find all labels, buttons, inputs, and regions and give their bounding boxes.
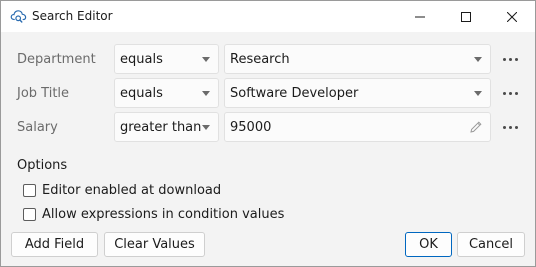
value-input-salary[interactable]: 95000 [224, 112, 491, 142]
minimize-button[interactable] [397, 1, 443, 32]
operator-value: equals [120, 51, 163, 67]
search-editor-window: Search Editor Department equals Research… [0, 0, 536, 267]
close-button[interactable] [489, 1, 535, 32]
cloud-search-icon [10, 8, 27, 25]
checkbox-box[interactable] [23, 208, 36, 221]
checkbox-label: Editor enabled at download [42, 183, 222, 198]
operator-select-salary[interactable]: greater than [114, 112, 219, 142]
cancel-button[interactable]: Cancel [457, 232, 525, 257]
add-field-button[interactable]: Add Field [11, 232, 98, 257]
operator-select-department[interactable]: equals [114, 44, 219, 74]
more-options-button-job-title[interactable] [499, 82, 521, 104]
ellipsis-icon [502, 125, 518, 129]
more-options-button-salary[interactable] [499, 116, 521, 138]
condition-value: Research [230, 51, 290, 67]
more-options-button-department[interactable] [499, 48, 521, 70]
minimize-icon [415, 12, 425, 22]
checkbox-editor-enabled-at-download[interactable]: Editor enabled at download [23, 183, 221, 198]
pencil-icon[interactable] [469, 120, 483, 134]
chevron-down-icon [474, 91, 482, 96]
condition-value: 95000 [230, 119, 272, 135]
checkbox-label: Allow expressions in condition values [42, 207, 285, 222]
checkbox-box[interactable] [23, 184, 36, 197]
chevron-down-icon [474, 57, 482, 62]
ellipsis-icon [502, 91, 518, 95]
checkbox-allow-expressions[interactable]: Allow expressions in condition values [23, 207, 284, 222]
value-select-job-title[interactable]: Software Developer [224, 78, 491, 108]
ok-button[interactable]: OK [405, 232, 452, 257]
field-label-job-title: Job Title [17, 86, 70, 101]
chevron-down-icon [202, 125, 210, 130]
ellipsis-icon [502, 57, 518, 61]
title-bar[interactable]: Search Editor [1, 1, 535, 32]
options-heading: Options [17, 158, 68, 173]
chevron-down-icon [202, 91, 210, 96]
operator-value: equals [120, 85, 163, 101]
field-label-salary: Salary [17, 120, 58, 135]
operator-value: greater than [120, 119, 202, 135]
condition-value: Software Developer [230, 85, 359, 101]
value-select-department[interactable]: Research [224, 44, 491, 74]
clear-values-button[interactable]: Clear Values [104, 232, 205, 257]
maximize-button[interactable] [443, 1, 489, 32]
field-label-department: Department [17, 52, 96, 67]
close-icon [507, 11, 517, 22]
maximize-icon [461, 11, 471, 22]
operator-select-job-title[interactable]: equals [114, 78, 219, 108]
chevron-down-icon [202, 57, 210, 62]
window-title: Search Editor [32, 9, 113, 23]
dialog-body: Department equals Research Job Title equ… [1, 32, 535, 266]
